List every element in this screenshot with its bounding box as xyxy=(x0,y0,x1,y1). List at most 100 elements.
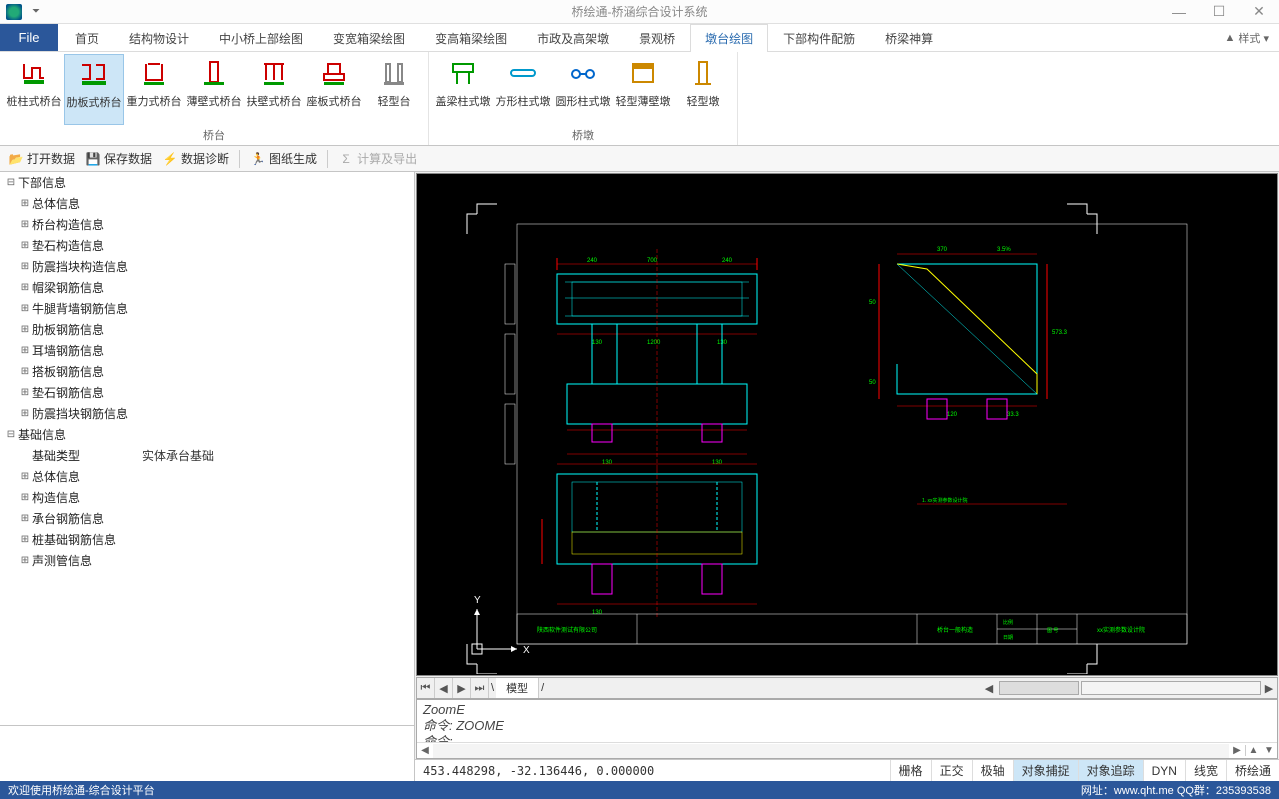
expand-icon[interactable]: ⊞ xyxy=(18,324,32,335)
expand-icon[interactable]: ⊞ xyxy=(18,261,32,272)
svg-text:130: 130 xyxy=(592,340,603,346)
tree-row-11[interactable]: ⊞防震挡块钢筋信息 xyxy=(0,403,414,424)
file-tab[interactable]: File xyxy=(0,24,58,51)
calc-export-button[interactable]: Σ计算及导出 xyxy=(334,148,421,169)
model-tab[interactable]: 模型 xyxy=(496,678,539,698)
ribbon-button-0-4[interactable]: 扶壁式桥台 xyxy=(244,54,304,125)
ribbon-tab-8[interactable]: 下部构件配筋 xyxy=(768,24,870,51)
ribbon-button-0-5[interactable]: 座板式桥台 xyxy=(304,54,364,125)
tree-row-13[interactable]: 基础类型实体承台基础 xyxy=(0,445,414,466)
property-input-area[interactable] xyxy=(0,725,414,781)
minimize-button[interactable]: — xyxy=(1159,0,1199,24)
ribbon-button-1-2[interactable]: 圆形柱式墩 xyxy=(553,54,613,125)
ribbon-tab-5[interactable]: 市政及高架墩 xyxy=(522,24,624,51)
expand-icon[interactable]: ⊞ xyxy=(18,492,32,503)
ribbon-tab-0[interactable]: 首页 xyxy=(60,24,114,51)
cmd-scroll-track[interactable] xyxy=(433,744,1229,758)
ribbon-tab-1[interactable]: 结构物设计 xyxy=(114,24,204,51)
tree-row-3[interactable]: ⊞垫石构造信息 xyxy=(0,235,414,256)
tree-row-17[interactable]: ⊞桩基础钢筋信息 xyxy=(0,529,414,550)
tree-row-6[interactable]: ⊞牛腿背墙钢筋信息 xyxy=(0,298,414,319)
tab-nav-last[interactable]: ⏭ xyxy=(471,678,489,698)
expand-icon[interactable]: ⊞ xyxy=(18,240,32,251)
tab-nav-next[interactable]: ▶ xyxy=(453,678,471,698)
maximize-button[interactable]: ☐ xyxy=(1199,0,1239,24)
ribbon-button-1-1[interactable]: 方形柱式墩 xyxy=(493,54,553,125)
svg-text:50: 50 xyxy=(869,300,876,306)
svg-text:370: 370 xyxy=(937,247,948,253)
tree-row-8[interactable]: ⊞耳墙钢筋信息 xyxy=(0,340,414,361)
ribbon-button-1-3[interactable]: 轻型薄壁墩 xyxy=(613,54,673,125)
ribbon-tab-9[interactable]: 桥梁神算 xyxy=(870,24,948,51)
tree-row-14[interactable]: ⊞总体信息 xyxy=(0,466,414,487)
tree-row-10[interactable]: ⊞垫石钢筋信息 xyxy=(0,382,414,403)
hscroll-thumb[interactable] xyxy=(999,681,1079,695)
tree-row-12[interactable]: ⊟基础信息 xyxy=(0,424,414,445)
data-diag-button[interactable]: ⚡数据诊断 xyxy=(158,148,233,169)
tree-row-5[interactable]: ⊞帽梁钢筋信息 xyxy=(0,277,414,298)
hscroll-right[interactable]: ▶ xyxy=(1261,682,1277,695)
tree-row-9[interactable]: ⊞搭板钢筋信息 xyxy=(0,361,414,382)
ribbon-tab-6[interactable]: 景观桥 xyxy=(624,24,690,51)
close-button[interactable]: ✕ xyxy=(1239,0,1279,24)
ribbon-tab-2[interactable]: 中小桥上部绘图 xyxy=(204,24,318,51)
expand-icon[interactable]: ⊞ xyxy=(18,408,32,419)
cmd-scroll-up[interactable]: ▲ xyxy=(1245,745,1261,756)
status-toggle-4[interactable]: 对象追踪 xyxy=(1078,760,1143,781)
ribbon-button-0-0[interactable]: 桩柱式桥台 xyxy=(4,54,64,125)
cmd-scroll-right[interactable]: ▶ xyxy=(1229,745,1245,756)
tab-nav-prev[interactable]: ◀ xyxy=(435,678,453,698)
status-toggle-3[interactable]: 对象捕捉 xyxy=(1013,760,1078,781)
expand-icon[interactable]: ⊞ xyxy=(18,345,32,356)
tree-row-15[interactable]: ⊞构造信息 xyxy=(0,487,414,508)
open-data-button[interactable]: 📂打开数据 xyxy=(4,148,79,169)
tree-row-4[interactable]: ⊞防震挡块构造信息 xyxy=(0,256,414,277)
collapse-icon[interactable]: ⊟ xyxy=(4,177,18,188)
cad-viewport[interactable]: 240 700 240 130 1200 130 xyxy=(416,173,1278,676)
expand-icon[interactable]: ⊞ xyxy=(18,366,32,377)
expand-icon[interactable]: ⊞ xyxy=(18,471,32,482)
tree-label: 声测管信息 xyxy=(32,552,92,569)
command-window[interactable]: ZoomE 命令: ZOOME 命令: ZOOME 命令: ◀ ▶ ▲ ▼ xyxy=(416,699,1278,759)
style-menu[interactable]: ▲ 样式 ▾ xyxy=(1214,24,1279,51)
ribbon-button-0-6[interactable]: 轻型台 xyxy=(364,54,424,125)
collapse-icon[interactable]: ⊟ xyxy=(4,429,18,440)
expand-icon[interactable]: ⊞ xyxy=(18,303,32,314)
save-data-button[interactable]: 💾保存数据 xyxy=(81,148,156,169)
ribbon-button-0-1[interactable]: 肋板式桥台 xyxy=(64,54,124,125)
status-toggle-0[interactable]: 栅格 xyxy=(890,760,931,781)
ribbon-button-0-3[interactable]: 薄壁式桥台 xyxy=(184,54,244,125)
ribbon-button-1-0[interactable]: 盖梁柱式墩 xyxy=(433,54,493,125)
cmd-scroll-left[interactable]: ◀ xyxy=(417,745,433,756)
status-toggle-2[interactable]: 极轴 xyxy=(972,760,1013,781)
cmd-scroll-down[interactable]: ▼ xyxy=(1261,745,1277,756)
ribbon-tab-3[interactable]: 变宽箱梁绘图 xyxy=(318,24,420,51)
ribbon-button-0-2[interactable]: 重力式桥台 xyxy=(124,54,184,125)
tree-row-7[interactable]: ⊞肋板钢筋信息 xyxy=(0,319,414,340)
expand-icon[interactable]: ⊞ xyxy=(18,513,32,524)
tree-row-0[interactable]: ⊟下部信息 xyxy=(0,172,414,193)
expand-icon[interactable]: ⊞ xyxy=(18,387,32,398)
status-toggle-5[interactable]: DYN xyxy=(1143,760,1185,781)
status-toggle-6[interactable]: 线宽 xyxy=(1185,760,1226,781)
ribbon-tab-4[interactable]: 变高箱梁绘图 xyxy=(420,24,522,51)
tree-row-2[interactable]: ⊞桥台构造信息 xyxy=(0,214,414,235)
expand-icon[interactable]: ⊞ xyxy=(18,219,32,230)
expand-icon[interactable]: ⊞ xyxy=(18,555,32,566)
ribbon-tab-7[interactable]: 墩台绘图 xyxy=(690,24,768,52)
generate-drawing-button[interactable]: 🏃图纸生成 xyxy=(246,148,321,169)
tab-nav-first[interactable]: ⏮ xyxy=(417,678,435,698)
tree-row-1[interactable]: ⊞总体信息 xyxy=(0,193,414,214)
expand-icon[interactable]: ⊞ xyxy=(18,282,32,293)
hscroll-left[interactable]: ◀ xyxy=(981,682,997,695)
expand-icon[interactable]: ⊞ xyxy=(18,534,32,545)
expand-icon[interactable]: ⊞ xyxy=(18,198,32,209)
status-toggle-1[interactable]: 正交 xyxy=(931,760,972,781)
tree-row-16[interactable]: ⊞承台钢筋信息 xyxy=(0,508,414,529)
property-tree[interactable]: ⊟下部信息⊞总体信息⊞桥台构造信息⊞垫石构造信息⊞防震挡块构造信息⊞帽梁钢筋信息… xyxy=(0,172,414,725)
tree-row-18[interactable]: ⊞声测管信息 xyxy=(0,550,414,571)
ribbon-button-1-4[interactable]: 轻型墩 xyxy=(673,54,733,125)
qat-dropdown[interactable]: ⏷ xyxy=(28,6,44,17)
status-toggle-7[interactable]: 桥绘通 xyxy=(1226,760,1279,781)
hscroll-track[interactable] xyxy=(1081,681,1261,695)
